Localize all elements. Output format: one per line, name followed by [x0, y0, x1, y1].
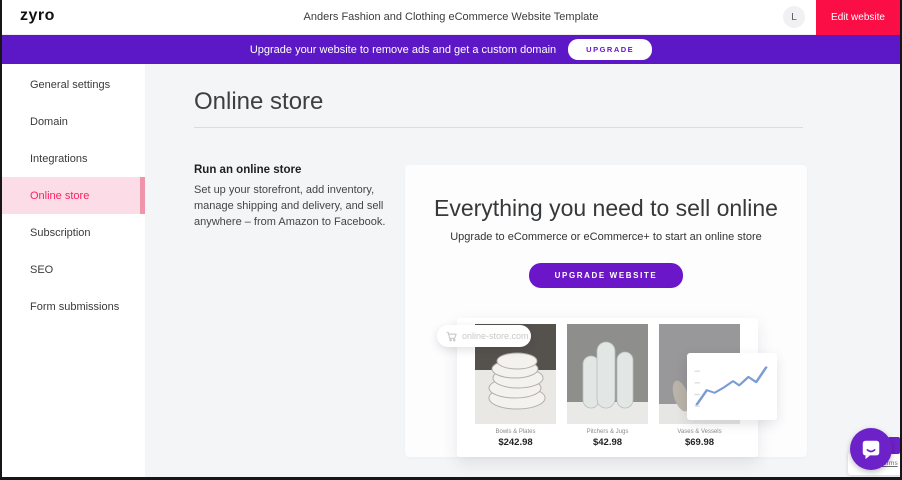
- title-divider: [194, 127, 803, 128]
- upgrade-banner-text: Upgrade your website to remove ads and g…: [250, 44, 556, 56]
- app-window: zyro Anders Fashion and Clothing eCommer…: [0, 0, 902, 480]
- mini-chart-line: [697, 367, 766, 404]
- product-price: $242.98: [498, 437, 532, 448]
- upgrade-website-button[interactable]: UPGRADE WEBSITE: [529, 263, 684, 288]
- top-bar: zyro Anders Fashion and Clothing eCommer…: [2, 0, 900, 35]
- sales-chart-card: [687, 353, 777, 420]
- intro-description: Set up your storefront, add inventory, m…: [194, 183, 406, 231]
- product-name: Pitchers & Jugs: [587, 429, 629, 435]
- user-avatar[interactable]: L: [783, 6, 805, 28]
- zyro-logo[interactable]: zyro: [20, 7, 55, 25]
- product-price: $42.98: [593, 437, 622, 448]
- sidebar-item-online-store[interactable]: Online store: [2, 177, 145, 214]
- intro-text-block: Run an online store Set up your storefro…: [194, 164, 406, 231]
- store-url-pill: online-store.com: [437, 325, 531, 347]
- product-card: Pitchers & Jugs $42.98: [567, 324, 648, 457]
- sidebar-item-subscription[interactable]: Subscription: [2, 214, 145, 251]
- product-image-pitchers: [567, 324, 648, 424]
- cart-icon: [446, 331, 457, 342]
- sales-chart: [693, 361, 770, 414]
- upsell-panel: Everything you need to sell online Upgra…: [405, 165, 807, 457]
- upgrade-banner-button[interactable]: UPGRADE: [568, 39, 652, 60]
- page-title: Online store: [194, 88, 323, 116]
- sidebar-item-form-submissions[interactable]: Form submissions: [2, 288, 145, 325]
- product-name: Vases & Vessels: [677, 429, 721, 435]
- intro-heading: Run an online store: [194, 164, 406, 176]
- upsell-title: Everything you need to sell online: [405, 195, 807, 222]
- sidebar-item-seo[interactable]: SEO: [2, 251, 145, 288]
- upgrade-banner: Upgrade your website to remove ads and g…: [2, 35, 900, 64]
- sidebar-item-domain[interactable]: Domain: [2, 103, 145, 140]
- chat-widget-button[interactable]: [850, 428, 892, 470]
- upsell-subtitle: Upgrade to eCommerce or eCommerce+ to st…: [405, 231, 807, 243]
- edit-website-button[interactable]: Edit website: [816, 0, 900, 35]
- settings-sidebar: General settings Domain Integrations Onl…: [2, 64, 145, 477]
- main-content: Online store Run an online store Set up …: [145, 64, 900, 477]
- product-name: Bowls & Plates: [495, 429, 535, 435]
- store-url-text: online-store.com: [462, 331, 529, 341]
- sidebar-item-general-settings[interactable]: General settings: [2, 66, 145, 103]
- product-price: $69.98: [685, 437, 714, 448]
- sidebar-item-integrations[interactable]: Integrations: [2, 140, 145, 177]
- chat-bubble-icon: [860, 438, 882, 460]
- site-title: Anders Fashion and Clothing eCommerce We…: [2, 11, 900, 23]
